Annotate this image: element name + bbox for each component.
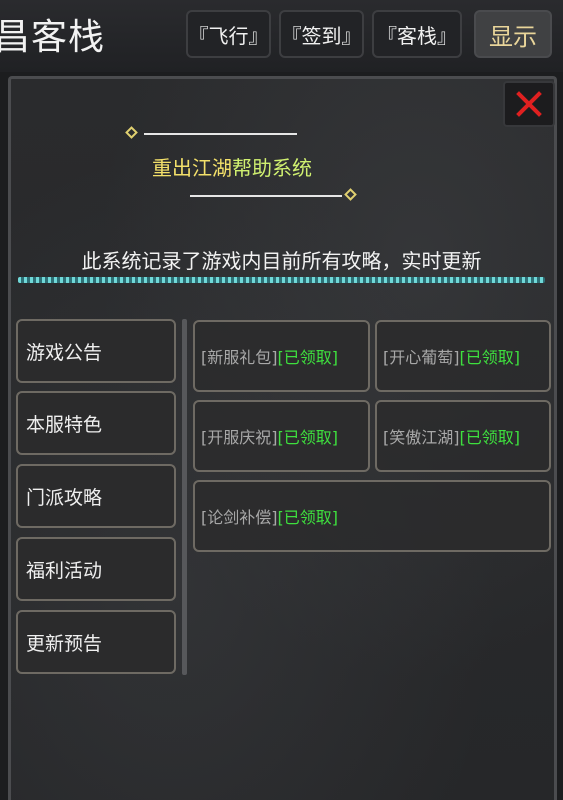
- checkin-button[interactable]: 『签到』: [279, 10, 364, 58]
- reward-button-opening-celebration[interactable]: [开服庆祝] [已领取]: [193, 400, 370, 472]
- fly-button[interactable]: 『飞行』: [186, 10, 271, 58]
- sidebar-item-update-preview[interactable]: 更新预告: [16, 610, 176, 674]
- decor-line-bottom: [190, 195, 342, 197]
- reward-status: [已领取]: [277, 348, 339, 367]
- reward-name: [笑傲江湖]: [383, 428, 460, 447]
- reward-status: [已领取]: [277, 508, 339, 527]
- reward-status: [已领取]: [459, 428, 521, 447]
- reward-button-happy-grapes[interactable]: [开心葡萄] [已领取]: [375, 320, 551, 392]
- vertical-divider: [182, 319, 187, 675]
- reward-status: [已领取]: [277, 428, 339, 447]
- reward-name: [新服礼包]: [201, 348, 278, 367]
- sidebar-item-welfare[interactable]: 福利活动: [16, 537, 176, 601]
- reward-name: [开心葡萄]: [383, 348, 460, 367]
- app-title: 昌客栈: [0, 17, 106, 58]
- reward-button-xiaoao-jianghu[interactable]: [笑傲江湖] [已领取]: [375, 400, 551, 472]
- decor-line-top: [144, 133, 297, 135]
- inn-button[interactable]: 『客栈』: [372, 10, 462, 58]
- reward-button-new-server-pack[interactable]: [新服礼包] [已领取]: [193, 320, 370, 392]
- wave-divider: [18, 277, 545, 283]
- panel-subtitle: 此系统记录了游戏内目前所有攻略，实时更新: [81, 249, 482, 273]
- top-bar: 昌客栈 『飞行』 『签到』 『客栈』 显示: [0, 0, 563, 72]
- sidebar-item-sect-guide[interactable]: 门派攻略: [16, 464, 176, 528]
- reward-button-sword-compensation[interactable]: [论剑补偿] [已领取]: [193, 480, 551, 552]
- system-title-part2: 帮助系统: [232, 156, 312, 180]
- close-icon: [516, 91, 542, 117]
- sidebar-item-server-features[interactable]: 本服特色: [16, 391, 176, 455]
- reward-name: [开服庆祝]: [201, 428, 278, 447]
- system-title-part1: 重出江湖: [152, 156, 232, 180]
- reward-name: [论剑补偿]: [201, 508, 278, 527]
- reward-status: [已领取]: [459, 348, 521, 367]
- show-button[interactable]: 显示: [474, 10, 552, 58]
- close-button[interactable]: [503, 81, 555, 127]
- system-title: 重出江湖帮助系统: [152, 152, 312, 181]
- sidebar-item-announcement[interactable]: 游戏公告: [16, 319, 176, 383]
